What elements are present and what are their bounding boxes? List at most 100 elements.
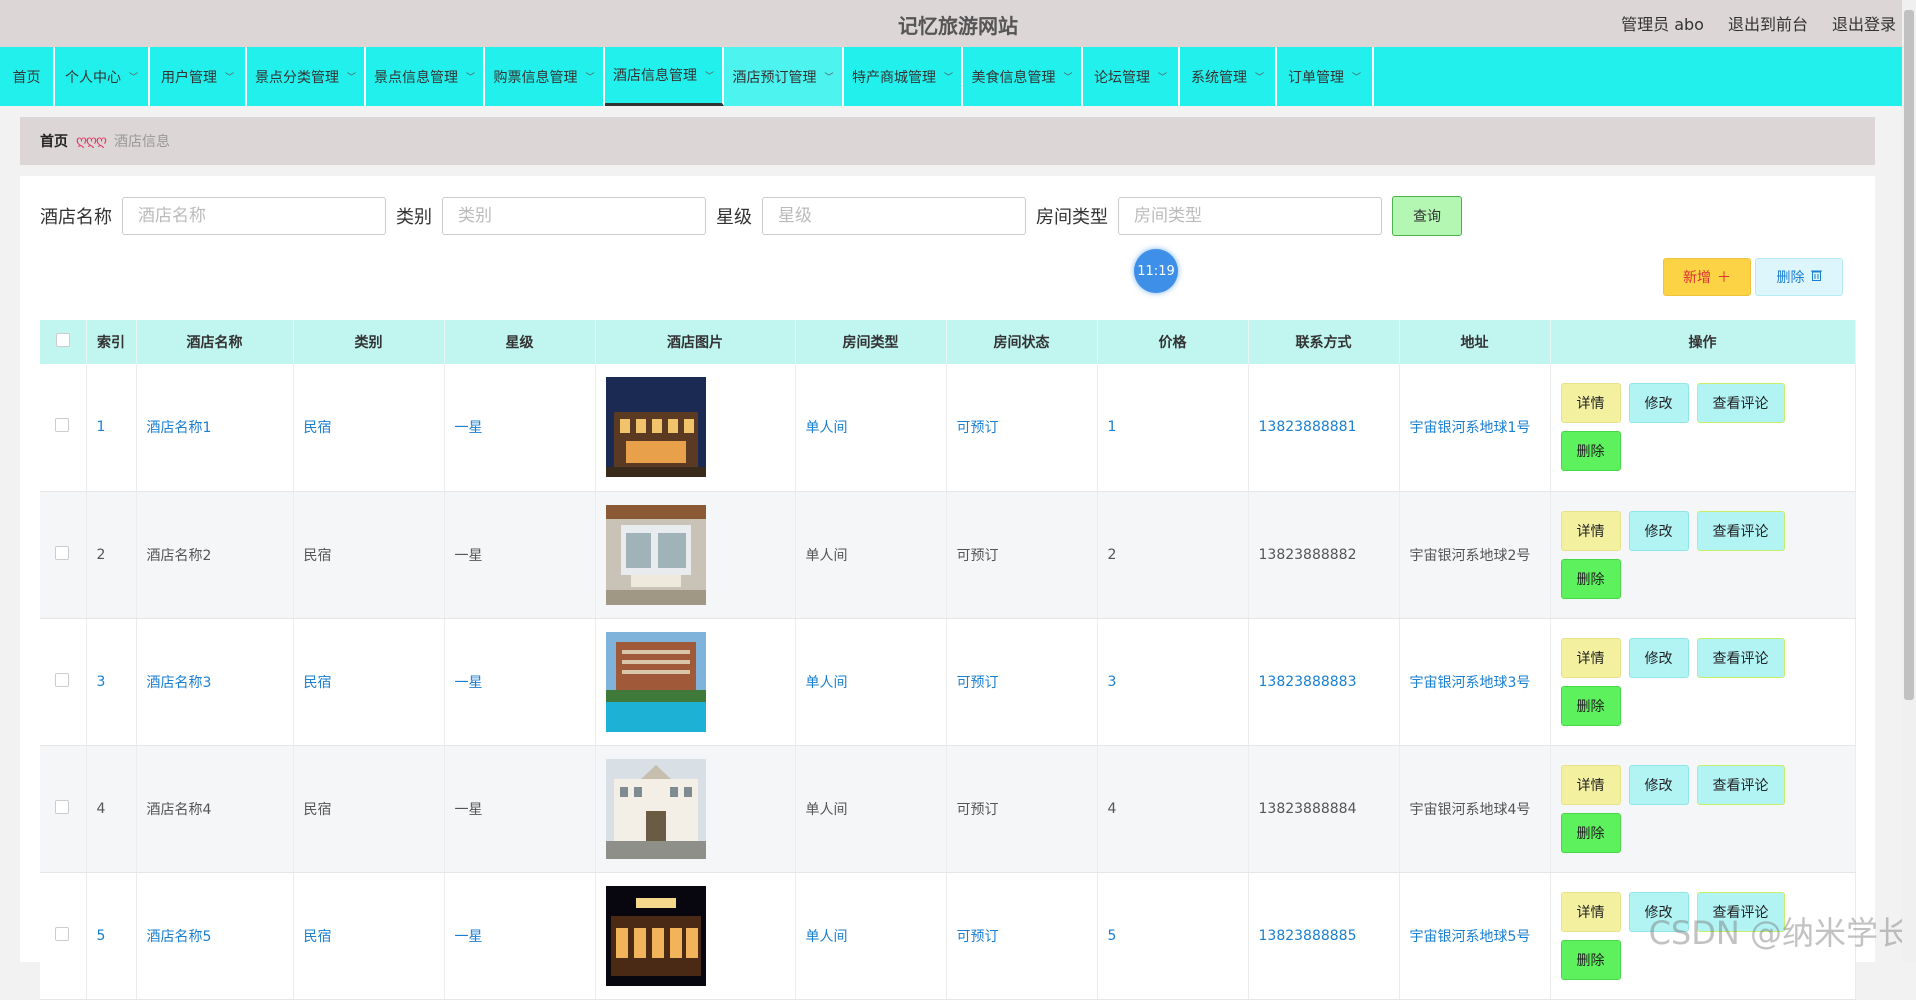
cell-category: 民宿 — [293, 745, 445, 873]
detail-button[interactable]: 详情 — [1560, 891, 1621, 932]
view-reviews-button[interactable]: 查看评论 — [1696, 637, 1785, 678]
hotel-name-input[interactable] — [122, 197, 386, 235]
nav-item-scenic-info[interactable]: 景点信息管理 ﹀ — [366, 47, 485, 106]
breadcrumb-home[interactable]: 首页 — [40, 131, 68, 151]
room-type-input[interactable] — [1118, 197, 1382, 235]
cell-category: 民宿 — [293, 872, 445, 1000]
batch-delete-button[interactable]: 删除 — [1755, 258, 1843, 296]
nav-item-scenic-category[interactable]: 景点分类管理 ﹀ — [247, 47, 366, 106]
nav-item-forum[interactable]: 论坛管理 ﹀ — [1083, 47, 1180, 106]
cell-address: 宇宙银河系地球4号 — [1399, 745, 1551, 873]
row-checkbox[interactable] — [40, 364, 87, 492]
table-row: 3 酒店名称3 民宿 一星 单人间 可预订 3 13823888883 宇宙银河系地球3号 详情修… — [40, 618, 1856, 746]
nav-label: 购票信息管理 — [493, 69, 578, 86]
cell-room-type: 单人间 — [795, 872, 947, 1000]
nav-item-hotel-info[interactable]: 酒店信息管理 ﹀ — [605, 47, 724, 106]
vertical-scrollbar[interactable] — [1902, 0, 1916, 962]
hotel-image[interactable] — [605, 758, 794, 859]
cell-hotel-name: 酒店名称5 — [136, 872, 294, 1000]
breadcrumb-current: 酒店信息 — [114, 134, 171, 150]
hotel-image[interactable] — [605, 885, 794, 986]
hotel-image[interactable] — [605, 504, 794, 605]
col-hotel-name: 酒店名称 — [136, 320, 294, 364]
main-nav: 首页 个人中心 ﹀ 用户管理 ﹀ 景点分类管理 ﹀ 景点信息管理 ﹀ 购票信息管理 ﹀ 酒… — [0, 47, 1916, 106]
star-input[interactable] — [762, 197, 1026, 235]
row-checkbox[interactable] — [40, 745, 87, 873]
cell-room-status: 可预订 — [946, 364, 1098, 492]
col-actions: 操作 — [1550, 320, 1856, 364]
cell-contact: 13823888882 — [1248, 491, 1400, 619]
nav-item-orders[interactable]: 订单管理 ﹀ — [1277, 47, 1374, 106]
cell-star: 一星 — [444, 491, 596, 619]
table-row: 4 酒店名称4 民宿 一星 单人间 可预订 4 13823888884 宇宙银河系地球4号 详情修… — [40, 745, 1856, 873]
cell-index: 5 — [86, 872, 137, 1000]
row-checkbox[interactable] — [40, 491, 87, 619]
detail-button[interactable]: 详情 — [1560, 383, 1621, 424]
nav-item-tickets[interactable]: 购票信息管理 ﹀ — [485, 47, 605, 106]
cell-star: 一星 — [444, 745, 596, 873]
cell-address: 宇宙银河系地球3号 — [1399, 618, 1551, 746]
delete-button[interactable]: 删除 — [1560, 939, 1621, 980]
cell-price: 4 — [1097, 745, 1249, 873]
nav-item-specialty-shop[interactable]: 特产商城管理 ﹀ — [844, 47, 963, 106]
nav-label: 系统管理 — [1190, 69, 1247, 86]
main-panel: 酒店名称 类别 星级 房间类型 查询 11:19 新增 ＋ 删除 — [20, 176, 1875, 1000]
row-checkbox[interactable] — [40, 872, 87, 1000]
col-category: 类别 — [293, 320, 445, 364]
col-contact: 联系方式 — [1248, 320, 1400, 364]
detail-button[interactable]: 详情 — [1560, 637, 1621, 678]
edit-button[interactable]: 修改 — [1628, 510, 1689, 551]
cell-room-status: 可预订 — [946, 872, 1098, 1000]
detail-button[interactable]: 详情 — [1560, 764, 1621, 805]
cell-hotel-image — [595, 491, 796, 619]
cell-actions: 详情 修改 查看评论删除 — [1550, 618, 1856, 746]
col-price: 价格 — [1097, 320, 1249, 364]
cell-hotel-name: 酒店名称4 — [136, 745, 294, 873]
nav-item-hotel-booking[interactable]: 酒店预订管理 ﹀ — [724, 47, 844, 106]
category-label: 类别 — [396, 207, 432, 228]
nav-item-food[interactable]: 美食信息管理 ﹀ — [963, 47, 1083, 106]
cell-room-status: 可预订 — [946, 491, 1098, 619]
table-row: 1 酒店名称1 民宿 一星 单人间 可预订 1 13823888881 宇宙银河系地球1号 详情修… — [40, 364, 1856, 492]
row-checkbox[interactable] — [40, 618, 87, 746]
breadcrumb: 首页 ღღღ 酒店信息 — [20, 117, 1875, 165]
cell-room-type: 单人间 — [795, 491, 947, 619]
hotel-image[interactable] — [605, 631, 794, 732]
detail-button[interactable]: 详情 — [1560, 510, 1621, 551]
category-input[interactable] — [442, 197, 706, 235]
hotel-image[interactable] — [605, 377, 794, 478]
trash-icon — [1810, 269, 1822, 285]
delete-button[interactable]: 删除 — [1560, 685, 1621, 726]
view-reviews-button[interactable]: 查看评论 — [1696, 383, 1785, 424]
edit-button[interactable]: 修改 — [1628, 637, 1689, 678]
delete-button[interactable]: 删除 — [1560, 558, 1621, 599]
nav-item-system[interactable]: 系统管理 ﹀ — [1180, 47, 1277, 106]
add-button[interactable]: 新增 ＋ — [1663, 258, 1751, 296]
scrollbar-thumb[interactable] — [1904, 10, 1914, 700]
cell-contact: 13823888885 — [1248, 872, 1400, 1000]
nav-item-home[interactable]: 首页 — [0, 47, 55, 106]
cell-hotel-name: 酒店名称1 — [136, 364, 294, 492]
nav-item-personal[interactable]: 个人中心 ﹀ — [55, 47, 150, 106]
logout-link[interactable]: 退出登录 — [1832, 11, 1896, 35]
view-reviews-button[interactable]: 查看评论 — [1696, 510, 1785, 551]
edit-button[interactable]: 修改 — [1628, 383, 1689, 424]
delete-button[interactable]: 删除 — [1560, 812, 1621, 853]
chevron-down-icon: ﹀ — [704, 71, 714, 82]
chevron-down-icon: ﹀ — [585, 73, 595, 83]
watermark: CSDN @纳米学长 — [1648, 914, 1910, 952]
cell-hotel-name: 酒店名称3 — [136, 618, 294, 746]
cell-price: 3 — [1097, 618, 1249, 746]
select-all-checkbox[interactable] — [40, 320, 87, 364]
delete-button[interactable]: 删除 — [1560, 431, 1621, 472]
edit-button[interactable]: 修改 — [1628, 764, 1689, 805]
view-reviews-button[interactable]: 查看评论 — [1696, 764, 1785, 805]
cell-actions: 详情 修改 查看评论删除 — [1550, 745, 1856, 873]
chevron-down-icon: ﹀ — [128, 73, 138, 83]
col-index: 索引 — [86, 320, 137, 364]
nav-item-users[interactable]: 用户管理 ﹀ — [150, 47, 247, 106]
chevron-down-icon: ﹀ — [824, 73, 834, 83]
nav-label: 用户管理 — [160, 69, 217, 86]
query-button[interactable]: 查询 — [1392, 196, 1462, 236]
back-to-front-link[interactable]: 退出到前台 — [1728, 11, 1808, 35]
